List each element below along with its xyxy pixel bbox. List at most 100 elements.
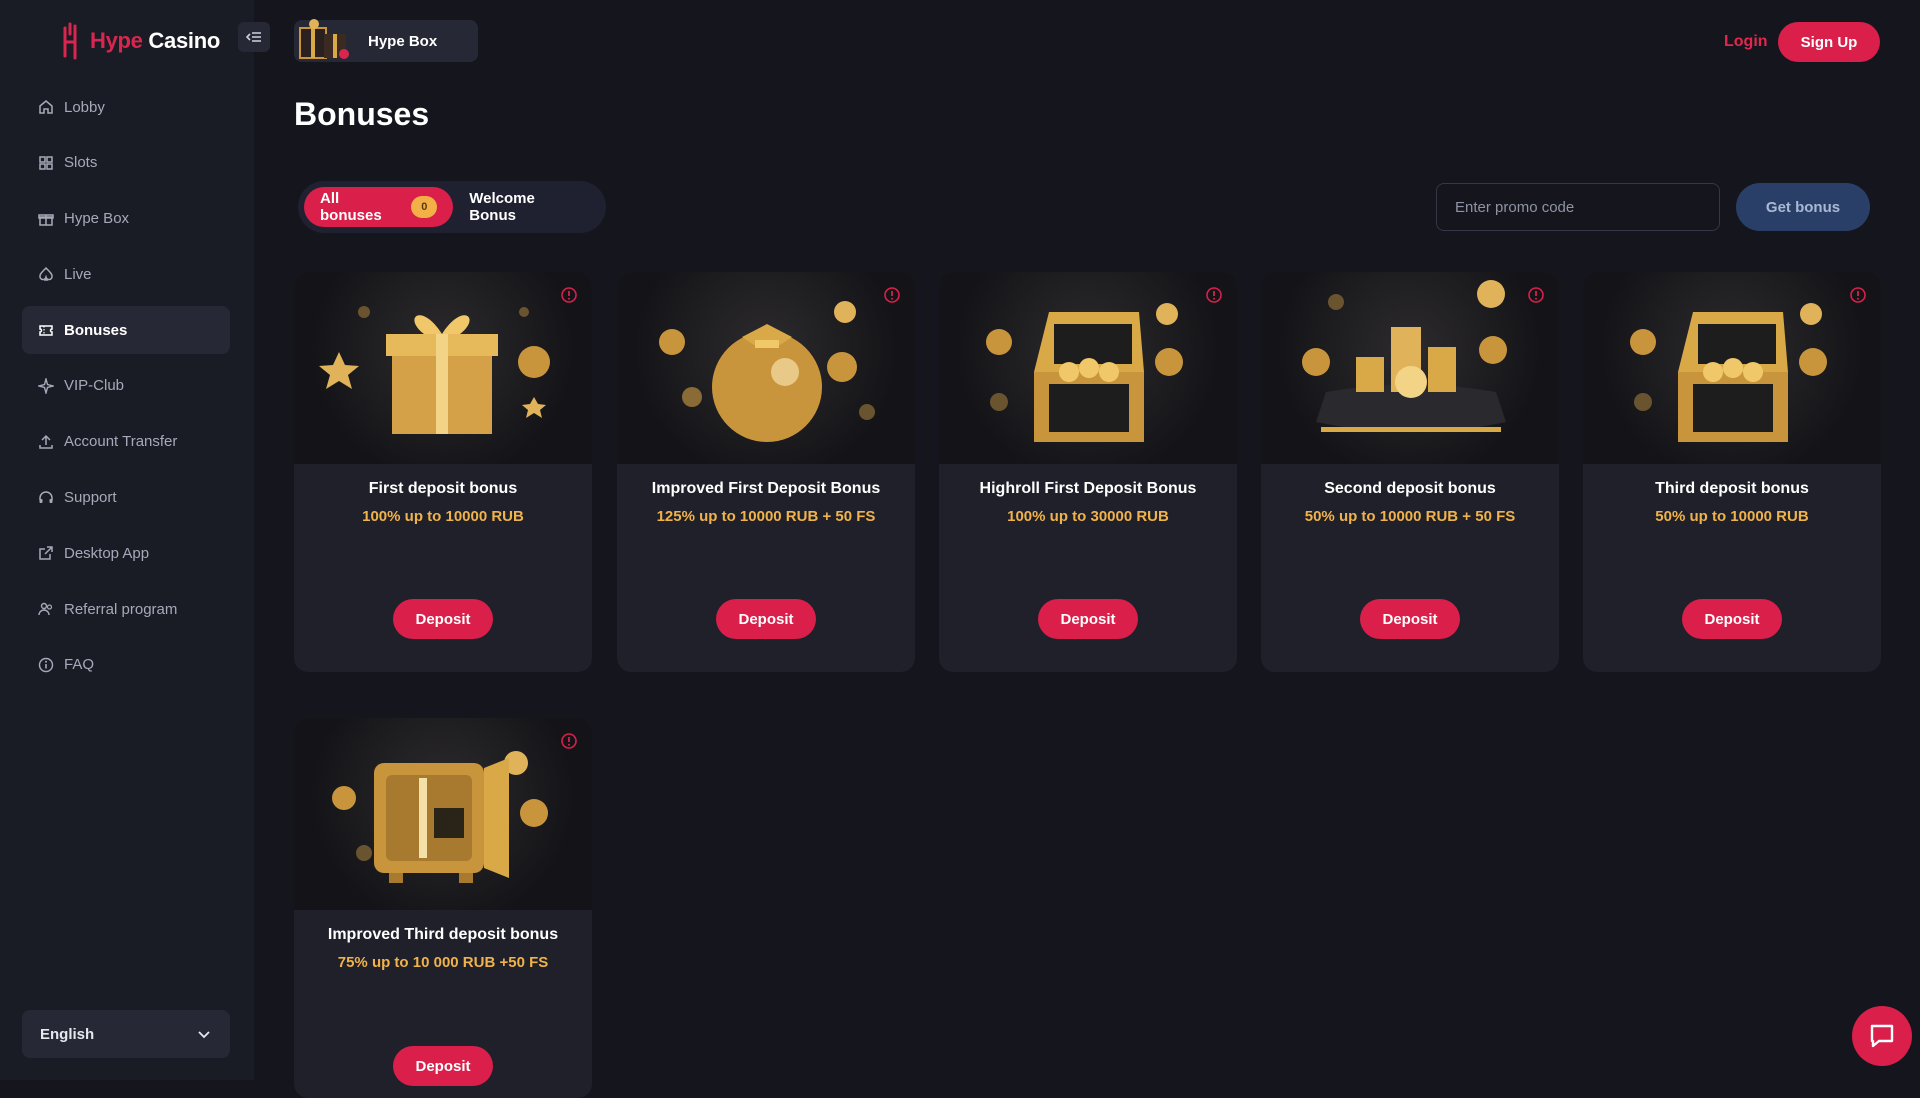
promo-code-input[interactable] [1436, 183, 1720, 231]
bonus-card-subtitle: 50% up to 10000 RUB + 50 FS [1304, 508, 1516, 525]
bonus-card-image [294, 718, 592, 910]
deposit-button[interactable]: Deposit [1038, 599, 1138, 639]
treasure-chest-illustration [1630, 303, 1827, 442]
gift-box-illustration [319, 306, 550, 434]
bonus-card: Improved First Deposit Bonus 125% up to … [617, 272, 915, 672]
grid-icon [39, 156, 53, 170]
sidebar-item-label: Desktop App [64, 544, 150, 562]
info-icon[interactable] [883, 286, 901, 304]
tab-welcome-bonus[interactable]: Welcome Bonus [453, 187, 600, 227]
deposit-button[interactable]: Deposit [716, 599, 816, 639]
tab-label: Welcome Bonus [469, 190, 535, 224]
users-icon [38, 602, 53, 616]
sidebar: Hype Casino Lobby Slots Hype Box Live Bo… [0, 0, 254, 1080]
spade-icon [39, 267, 53, 282]
upload-icon [39, 434, 53, 449]
sidebar-item-lobby[interactable]: Lobby [22, 83, 230, 131]
deposit-button[interactable]: Deposit [393, 599, 493, 639]
bonus-card-title: Improved Third deposit bonus [327, 926, 559, 943]
headset-icon [39, 490, 53, 503]
bonus-card: Highroll First Deposit Bonus 100% up to … [939, 272, 1237, 672]
sidebar-item-label: Lobby [64, 98, 105, 116]
sidebar-nav: Lobby Slots Hype Box Live Bonuses VIP-Cl… [22, 83, 230, 697]
sidebar-item-desktop-app[interactable]: Desktop App [22, 529, 230, 577]
page-title: Bonuses [294, 96, 430, 132]
collapse-sidebar-button[interactable] [238, 22, 270, 52]
bonus-card-image [617, 272, 915, 464]
bonus-card-title: Highroll First Deposit Bonus [979, 480, 1197, 497]
sidebar-item-label: Account Transfer [64, 433, 178, 451]
info-icon [38, 657, 54, 673]
safe-illustration [332, 751, 548, 883]
tab-label: All bonuses [320, 190, 382, 224]
sidebar-item-referral-program[interactable]: Referral program [22, 585, 230, 633]
login-link[interactable]: Login [1724, 33, 1768, 51]
get-bonus-button[interactable]: Get bonus [1736, 183, 1870, 231]
sidebar-item-label: VIP-Club [64, 377, 125, 395]
info-icon[interactable] [1527, 286, 1545, 304]
sidebar-item-label: FAQ [64, 656, 95, 674]
sidebar-item-label: Live [64, 265, 92, 283]
sidebar-item-live[interactable]: Live [22, 250, 230, 298]
bonus-card-title: Second deposit bonus [1324, 480, 1496, 497]
info-icon[interactable] [560, 286, 578, 304]
deposit-button[interactable]: Deposit [393, 1046, 493, 1086]
bonus-card: First deposit bonus 100% up to 10000 RUB… [294, 272, 592, 672]
sidebar-item-faq[interactable]: FAQ [22, 641, 230, 689]
gift-icon [38, 213, 54, 226]
deposit-button[interactable]: Deposit [1360, 599, 1460, 639]
info-icon[interactable] [1205, 286, 1223, 304]
hype-box-banner[interactable]: Hype Box [294, 19, 478, 62]
bonus-card-image [1583, 272, 1881, 464]
bonus-card: Third deposit bonus 50% up to 10000 RUB … [1583, 272, 1881, 672]
bonus-card-subtitle: 100% up to 30000 RUB [1007, 508, 1169, 525]
info-icon[interactable] [560, 732, 578, 750]
hype-box-label: Hype Box [368, 32, 438, 50]
gift-thumbnail-icon [299, 19, 349, 59]
info-icon[interactable] [1849, 286, 1867, 304]
tab-all-bonuses[interactable]: All bonuses 0 [304, 187, 454, 227]
bonus-card-image [939, 272, 1237, 464]
chevron-down-icon [198, 1031, 210, 1039]
sparkle-icon [38, 377, 54, 394]
bonus-card-title: Improved First Deposit Bonus [651, 480, 881, 497]
external-link-icon [39, 546, 53, 561]
bonus-card-subtitle: 125% up to 10000 RUB + 50 FS [656, 508, 876, 525]
bonus-card-subtitle: 50% up to 10000 RUB [1655, 508, 1809, 525]
home-icon [39, 100, 53, 114]
chat-support-button[interactable] [1852, 1006, 1912, 1066]
sidebar-item-bonuses[interactable]: Bonuses [22, 306, 230, 355]
bonus-card-title: First deposit bonus [368, 480, 518, 497]
bonus-card: Improved Third deposit bonus 75% up to 1… [294, 718, 592, 1098]
bonus-card-image [1261, 272, 1559, 464]
bonus-card-subtitle: 100% up to 10000 RUB [362, 508, 524, 525]
sidebar-item-label: Referral program [64, 600, 178, 618]
signup-button[interactable]: Sign Up [1778, 22, 1880, 62]
sidebar-item-label: Hype Box [64, 210, 130, 228]
brand-name: Hype Casino [90, 28, 220, 53]
deposit-button[interactable]: Deposit [1682, 599, 1782, 639]
sidebar-item-account-transfer[interactable]: Account Transfer [22, 418, 230, 466]
sidebar-item-hype-box[interactable]: Hype Box [22, 195, 230, 243]
sidebar-item-vip-club[interactable]: VIP-Club [22, 362, 230, 410]
sidebar-item-label: Support [64, 489, 117, 507]
bonus-card: Second deposit bonus 50% up to 10000 RUB… [1261, 272, 1559, 672]
language-label: English [40, 1025, 95, 1043]
language-select[interactable]: English [22, 1010, 230, 1058]
hype-logo-icon [63, 22, 77, 60]
bonus-card-image [294, 272, 592, 464]
bonus-card-subtitle: 75% up to 10 000 RUB +50 FS [337, 954, 549, 971]
sidebar-item-support[interactable]: Support [22, 474, 230, 522]
coin-bag-illustration [659, 301, 875, 442]
count-badge: 0 [411, 196, 438, 218]
chat-bubble-icon [1870, 1024, 1894, 1048]
treasure-chest-illustration [986, 303, 1183, 442]
sidebar-item-slots[interactable]: Slots [22, 139, 230, 187]
coin-cushion-illustration [1302, 280, 1507, 432]
sidebar-item-label: Bonuses [64, 321, 128, 339]
ticket-icon [39, 325, 53, 336]
brand-logo[interactable]: Hype Casino [62, 22, 220, 60]
bonus-filter-tabs: All bonuses 0 Welcome Bonus [298, 181, 606, 233]
collapse-menu-icon [246, 32, 261, 42]
bonus-card-title: Third deposit bonus [1655, 480, 1809, 497]
